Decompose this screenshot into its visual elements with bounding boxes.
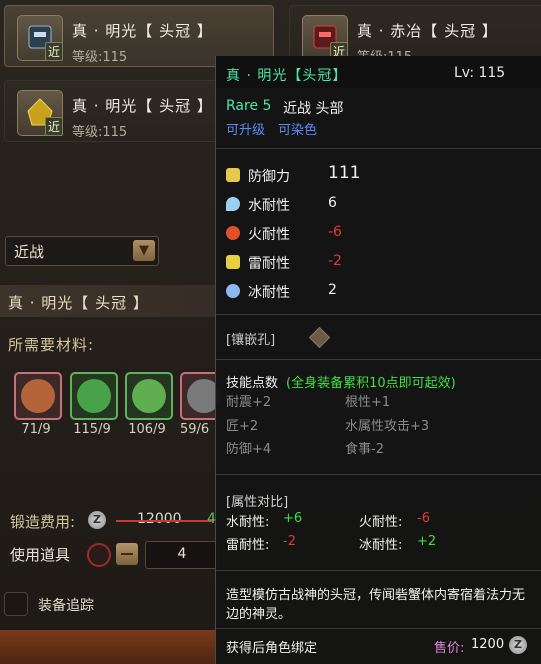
compare-stat-label: 水耐性: <box>226 515 270 530</box>
fee-label: 锻造费用: <box>10 513 76 531</box>
divider <box>216 628 541 629</box>
tooltip-level: Lv: 115 <box>454 65 506 81</box>
thunder-icon <box>226 255 240 269</box>
shield-icon <box>226 168 240 182</box>
dropdown-value: 近战 <box>14 243 45 261</box>
dyeable-tag: 可染色 <box>278 123 318 138</box>
melee-badge: 近 <box>44 42 63 61</box>
material-slot[interactable] <box>125 372 173 420</box>
potion-icon <box>132 379 166 413</box>
strikethrough-line <box>116 520 212 522</box>
equipment-name: 真 · 赤冶【 头冠 】 <box>357 22 498 40</box>
slots-label: [镶嵌孔] <box>226 333 276 348</box>
rarity: Rare 5 <box>226 98 272 114</box>
stat-value: -2 <box>328 253 342 269</box>
material-count: 59/6 <box>180 422 210 437</box>
upgradable-tag: 可升级 <box>226 123 266 138</box>
material-count: 106/9 <box>128 422 166 437</box>
claw-icon <box>77 379 111 413</box>
price-label: 售价: <box>434 641 465 656</box>
skill-item: 防御+4 <box>226 442 272 457</box>
material-slot[interactable] <box>70 372 118 420</box>
skill-item: 食事-2 <box>345 442 384 457</box>
ice-icon <box>226 284 240 298</box>
material-slot[interactable] <box>180 372 221 420</box>
tool-item-icon[interactable] <box>87 543 111 567</box>
chevron-down-icon[interactable]: ▼ <box>133 240 155 261</box>
skill-item: 匠+2 <box>226 419 259 434</box>
item-description: 造型模仿古战神的头冠，传闻砦蟹体内寄宿着法力无边的神灵。 <box>226 588 526 622</box>
skills-label: 技能点数 <box>226 376 279 391</box>
skills-note: (全身装备累积10点即可起效) <box>286 376 456 391</box>
melee-badge: 近 <box>44 117 63 136</box>
compare-stat-label: 火耐性: <box>359 515 403 530</box>
weapon-type-dropdown[interactable]: 近战 ▼ <box>5 236 159 266</box>
compare-stat-value: -2 <box>283 534 296 549</box>
compare-stat-value: +2 <box>417 534 437 549</box>
tooltip-item-name: 真 · 明光【头冠】 <box>226 68 348 84</box>
stat-label: 雷耐性 <box>248 256 290 272</box>
divider <box>216 314 541 315</box>
ore-icon <box>21 379 55 413</box>
stat-label: 水耐性 <box>248 198 290 214</box>
material-count: 71/9 <box>21 422 51 437</box>
divider <box>216 570 541 571</box>
compare-stat-label: 雷耐性: <box>226 538 270 553</box>
materials-label: 所需要材料: <box>8 336 95 354</box>
fire-icon <box>226 226 240 240</box>
track-checkbox[interactable] <box>4 592 28 616</box>
craft-title: 真 · 明光【 头冠 】 <box>8 294 149 312</box>
tool-quantity-value: 4 <box>177 546 187 562</box>
stat-label: 火耐性 <box>248 227 290 243</box>
price-value: 1200 <box>471 637 505 652</box>
stat-value: 2 <box>328 282 337 298</box>
material-slot[interactable] <box>14 372 62 420</box>
equipment-name: 真 · 明光【 头冠 】 <box>72 97 213 115</box>
track-label: 装备追踪 <box>38 598 94 614</box>
divider <box>216 474 541 475</box>
water-icon <box>226 197 240 211</box>
equipment-level: 等级:115 <box>72 125 128 140</box>
use-tool-label: 使用道具 <box>10 546 71 564</box>
zenny-icon: Z <box>88 511 106 529</box>
compare-stat-label: 冰耐性: <box>359 538 403 553</box>
tool-quantity-input[interactable]: 4 <box>145 541 219 569</box>
helmet-icon: 近 <box>302 15 348 61</box>
stat-value: 6 <box>328 195 337 211</box>
skill-item: 耐震+2 <box>226 395 272 410</box>
gem-slot-icon <box>308 326 331 349</box>
stat-value: -6 <box>328 224 342 240</box>
binding-note: 获得后角色绑定 <box>226 641 318 656</box>
compare-stat-value: +6 <box>283 511 303 526</box>
zenny-icon: Z <box>509 636 527 654</box>
item-type: 近战 头部 <box>283 101 344 117</box>
divider <box>216 148 541 149</box>
divider <box>216 359 541 360</box>
stat-value: 111 <box>328 163 361 183</box>
compare-label: [属性对比] <box>226 495 289 510</box>
equipment-name: 真 · 明光【 头冠 】 <box>72 22 213 40</box>
item-tooltip: 真 · 明光【头冠】 Lv: 115 Rare 5 近战 头部 可升级 可染色 … <box>215 56 541 664</box>
minus-button[interactable] <box>116 543 138 565</box>
background-art <box>0 630 215 664</box>
stat-label: 防御力 <box>248 169 290 185</box>
compare-stat-value: -6 <box>417 511 430 526</box>
stat-label: 冰耐性 <box>248 285 290 301</box>
skill-item: 水属性攻击+3 <box>345 419 430 434</box>
helmet-icon: 近 <box>17 90 63 136</box>
skill-item: 根性+1 <box>345 395 391 410</box>
fee-original: 12000 <box>137 511 182 527</box>
helmet-icon: 近 <box>17 15 63 61</box>
equipment-level: 等级:115 <box>72 50 128 65</box>
material-count: 115/9 <box>73 422 111 437</box>
